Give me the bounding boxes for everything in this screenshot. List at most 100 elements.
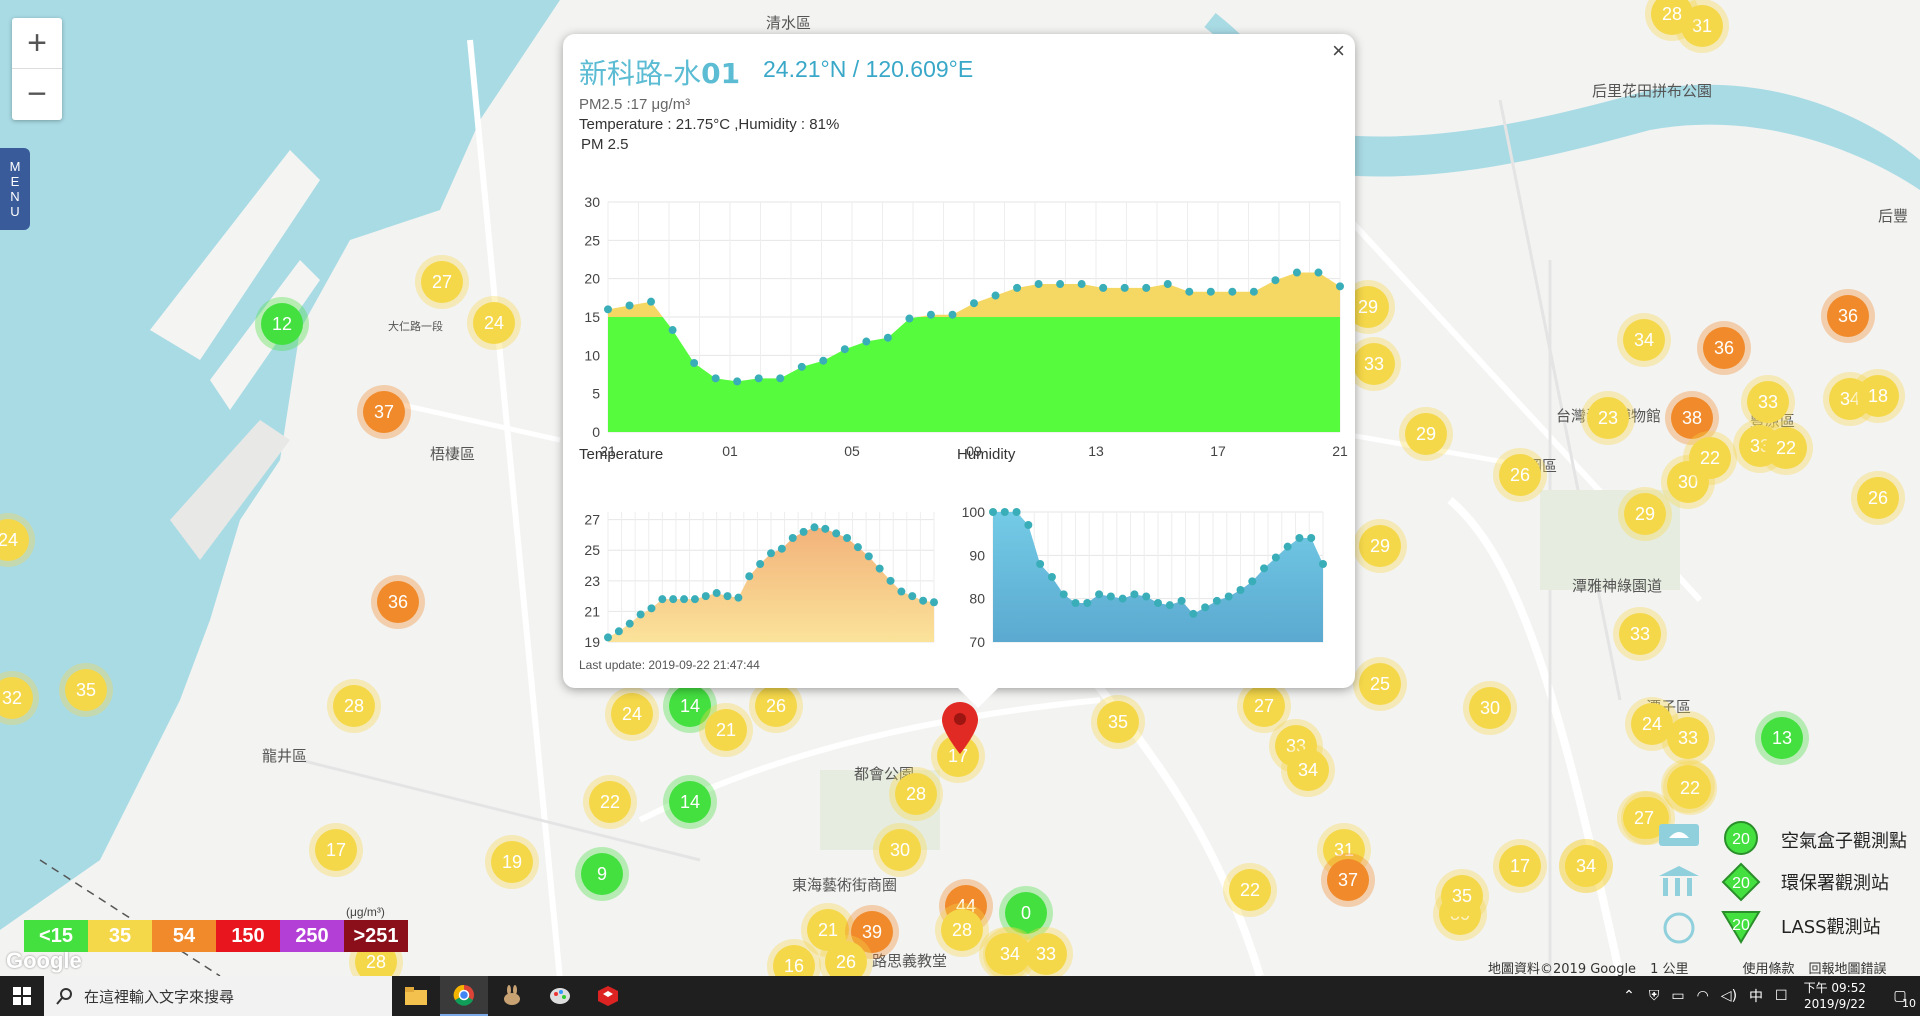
station-marker[interactable]: 29 bbox=[1624, 493, 1666, 535]
legend-item: 150 bbox=[216, 920, 280, 952]
security-icon[interactable]: ⛨ bbox=[1649, 988, 1660, 1004]
station-marker[interactable]: 24 bbox=[611, 693, 653, 735]
station-marker[interactable]: 22 bbox=[589, 781, 631, 823]
airbox-icon: 20 bbox=[1659, 821, 1758, 855]
windows-logo-icon bbox=[13, 987, 31, 1005]
station-marker[interactable]: 36 bbox=[1827, 295, 1869, 337]
station-marker[interactable]: 35 bbox=[1097, 701, 1139, 743]
y-tick-label: 100 bbox=[962, 504, 986, 520]
station-marker[interactable]: 33 bbox=[1667, 717, 1709, 759]
station-marker[interactable]: 28 bbox=[895, 773, 937, 815]
station-marker[interactable]: 17 bbox=[315, 829, 357, 871]
zoom-in-button[interactable]: + bbox=[12, 18, 62, 69]
chevron-up-icon[interactable]: ⌃ bbox=[1623, 988, 1635, 1004]
station-marker[interactable]: 26 bbox=[825, 941, 867, 976]
data-point bbox=[843, 534, 852, 542]
menu-letter: U bbox=[10, 204, 20, 219]
chrome-app[interactable] bbox=[440, 976, 488, 1016]
app-sketchup[interactable] bbox=[584, 976, 632, 1016]
station-marker[interactable]: 24 bbox=[473, 302, 515, 344]
data-point bbox=[690, 595, 699, 604]
station-marker[interactable]: 36 bbox=[1703, 327, 1745, 369]
station-marker[interactable]: 22 bbox=[1229, 869, 1271, 911]
map-view[interactable]: 清水區 梧棲區 龍井區 都會公園 東海藝術街商圈 后里花田拼布公園 神岡區 潭雅… bbox=[0, 0, 1920, 976]
data-point bbox=[1271, 553, 1280, 562]
station-marker[interactable]: 9 bbox=[581, 853, 623, 895]
station-marker[interactable]: 14 bbox=[669, 685, 711, 727]
station-marker[interactable]: 22 bbox=[1765, 427, 1807, 469]
terms-link[interactable]: 使用條款 bbox=[1742, 958, 1794, 976]
ime-indicator[interactable]: 中 bbox=[1749, 986, 1763, 1006]
data-point bbox=[840, 345, 849, 354]
station-marker[interactable]: 33 bbox=[1353, 343, 1395, 385]
google-logo: Google bbox=[6, 948, 82, 973]
station-marker[interactable]: 22 bbox=[1669, 767, 1711, 809]
station-marker[interactable]: 30 bbox=[879, 829, 921, 871]
station-marker[interactable]: 38 bbox=[1671, 397, 1713, 439]
station-marker[interactable]: 28 bbox=[941, 909, 983, 951]
station-marker[interactable]: 27 bbox=[1243, 685, 1285, 727]
temp-humidity-reading: Temperature : 21.75°C ,Humidity : 81% bbox=[579, 116, 840, 133]
data-point bbox=[625, 619, 634, 628]
station-marker[interactable]: 19 bbox=[491, 841, 533, 883]
start-button[interactable] bbox=[0, 976, 44, 1016]
station-marker[interactable]: 27 bbox=[421, 261, 463, 303]
system-tray: ⌃ ⛨ ▭ ◠ ◁) 中 ☐ 下午 09:52 2019/9/22 ▢ 10 bbox=[1615, 976, 1920, 1016]
place-label: 梧棲區 bbox=[430, 445, 476, 463]
station-marker[interactable]: 34 bbox=[1623, 319, 1665, 361]
data-point bbox=[604, 633, 612, 642]
station-marker[interactable]: 26 bbox=[1857, 477, 1899, 519]
station-marker[interactable]: 23 bbox=[1587, 397, 1629, 439]
station-marker[interactable]: 21 bbox=[705, 709, 747, 751]
station-marker[interactable]: 34 bbox=[1565, 845, 1607, 887]
station-marker[interactable]: 29 bbox=[1359, 525, 1401, 567]
data-point bbox=[1189, 609, 1198, 618]
station-marker[interactable]: 25 bbox=[1359, 663, 1401, 705]
station-marker[interactable]: 29 bbox=[1405, 413, 1447, 455]
app-palette[interactable] bbox=[536, 976, 584, 1016]
station-marker[interactable]: 12 bbox=[261, 303, 303, 345]
station-marker[interactable]: 37 bbox=[363, 391, 405, 433]
station-marker[interactable]: 18 bbox=[1857, 375, 1899, 417]
station-marker[interactable]: 14 bbox=[669, 781, 711, 823]
data-point bbox=[1013, 283, 1022, 292]
data-point bbox=[733, 377, 742, 386]
data-point bbox=[1142, 592, 1151, 601]
x-tick-label: 01 bbox=[722, 443, 738, 459]
data-point bbox=[875, 564, 884, 573]
station-marker[interactable]: 22 bbox=[1689, 437, 1731, 479]
clock[interactable]: 下午 09:52 2019/9/22 bbox=[1804, 980, 1866, 1012]
station-marker[interactable]: 34 bbox=[1287, 749, 1329, 791]
taskbar-search-box[interactable]: 在這裡輸入文字來搜尋 bbox=[44, 976, 392, 1016]
close-popup-button[interactable]: × bbox=[1332, 38, 1345, 64]
station-marker[interactable]: 28 bbox=[333, 685, 375, 727]
station-marker[interactable]: 36 bbox=[377, 581, 419, 623]
wifi-icon[interactable]: ◠ bbox=[1697, 988, 1709, 1004]
station-marker[interactable]: 35 bbox=[65, 669, 107, 711]
station-marker[interactable]: 33 bbox=[1619, 613, 1661, 655]
selected-station-pin-icon[interactable] bbox=[940, 700, 980, 756]
notification-center-button[interactable]: ▢ 10 bbox=[1880, 976, 1920, 1016]
legend-label: 空氣盒子觀測點 bbox=[1781, 831, 1907, 852]
report-error-link[interactable]: 回報地圖錯誤 bbox=[1808, 958, 1886, 976]
station-marker[interactable]: 17 bbox=[1499, 845, 1541, 887]
station-marker[interactable]: 30 bbox=[1469, 687, 1511, 729]
volume-icon[interactable]: ◁) bbox=[1721, 988, 1737, 1004]
station-marker[interactable]: 35 bbox=[1441, 875, 1483, 917]
station-marker[interactable]: 26 bbox=[1499, 454, 1541, 496]
station-marker[interactable]: 0 bbox=[1005, 892, 1047, 934]
station-marker[interactable]: 33 bbox=[1025, 933, 1067, 975]
zoom-out-button[interactable]: − bbox=[12, 69, 62, 120]
menu-tab-button[interactable]: M E N U bbox=[0, 148, 30, 230]
pm25-chart: 05101520253021 01 05 09 13 17 21 bbox=[584, 194, 1348, 459]
data-point bbox=[919, 596, 928, 605]
station-marker[interactable]: 37 bbox=[1327, 859, 1369, 901]
file-explorer-app[interactable] bbox=[392, 976, 440, 1016]
ime-mode-icon[interactable]: ☐ bbox=[1775, 988, 1788, 1004]
station-marker[interactable]: 33 bbox=[1747, 381, 1789, 423]
legend-unit: (μg/m³) bbox=[346, 905, 385, 919]
station-marker[interactable]: 13 bbox=[1761, 717, 1803, 759]
station-marker[interactable]: 26 bbox=[755, 685, 797, 727]
battery-icon[interactable]: ▭ bbox=[1671, 988, 1684, 1004]
app-rabbit[interactable] bbox=[488, 976, 536, 1016]
